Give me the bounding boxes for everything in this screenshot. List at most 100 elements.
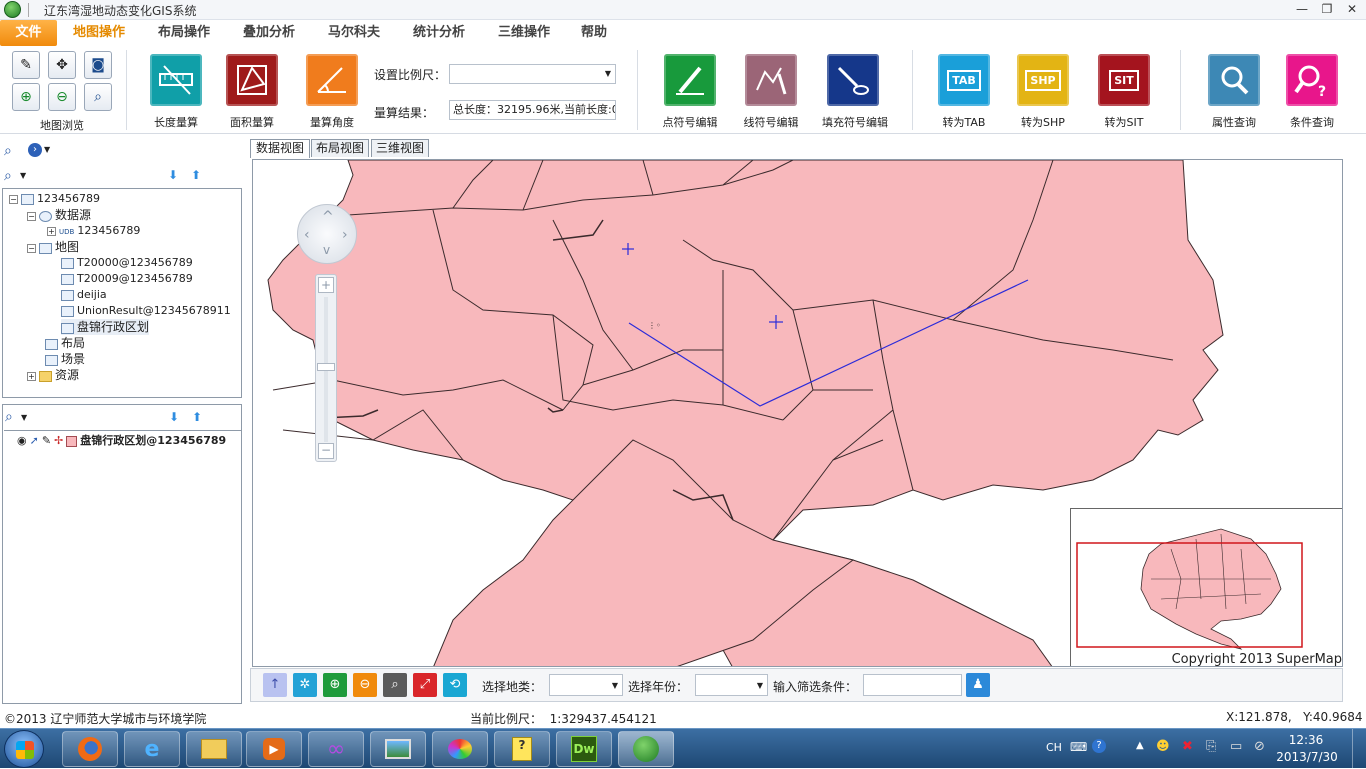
- tree-scene[interactable]: 场景: [45, 351, 85, 367]
- layer-search-icon[interactable]: ⌕: [5, 409, 13, 425]
- tree-datasource-item[interactable]: + UDB 123456789: [47, 223, 140, 239]
- navigate-forward-icon[interactable]: ›: [28, 143, 42, 157]
- chevron-down-icon[interactable]: ▼: [20, 171, 26, 180]
- taskbar-firefox[interactable]: [62, 731, 118, 767]
- condition-query-button[interactable]: ?: [1286, 54, 1338, 106]
- pan-up-icon[interactable]: ^: [322, 209, 334, 225]
- refresh-tool-button[interactable]: ⟲: [443, 673, 467, 697]
- pan-down-icon[interactable]: v: [323, 243, 330, 257]
- chevron-down-icon[interactable]: ▼: [21, 413, 27, 422]
- layer-down-icon[interactable]: ⬇: [169, 410, 179, 424]
- tree-map-item[interactable]: deijia: [61, 287, 107, 303]
- layer-up-icon[interactable]: ⬆: [192, 410, 202, 424]
- tree-map-item-selected[interactable]: 盘锦行政区划: [61, 319, 150, 335]
- menu-map-operation[interactable]: 地图操作: [62, 20, 136, 46]
- zoom-out-tool-button[interactable]: ⊖: [353, 673, 377, 697]
- year-select[interactable]: ▼: [695, 674, 768, 696]
- taskbar-explorer[interactable]: [186, 731, 242, 767]
- clock-date[interactable]: 2013/7/30: [1276, 750, 1338, 764]
- taskbar-media[interactable]: ▶: [246, 731, 302, 767]
- zoom-out-button[interactable]: ⊖: [48, 83, 76, 111]
- workspace-search-icon[interactable]: ⌕: [4, 143, 12, 159]
- measure-area-button[interactable]: [226, 54, 278, 106]
- menu-help[interactable]: 帮助: [573, 20, 615, 46]
- expand-icon[interactable]: +: [47, 226, 56, 236]
- menu-statistics[interactable]: 统计分析: [403, 20, 475, 46]
- zoom-in-button[interactable]: ⊕: [12, 83, 40, 111]
- taskbar-paint[interactable]: [432, 731, 488, 767]
- taskbar-photo[interactable]: [370, 731, 426, 767]
- help-icon[interactable]: ?: [1092, 739, 1106, 753]
- filter-input[interactable]: [863, 674, 962, 696]
- tab-data-view[interactable]: 数据视图: [250, 139, 310, 158]
- zoom-free-button[interactable]: ⌕: [84, 83, 112, 111]
- tree-search-icon[interactable]: ⌕: [4, 168, 12, 184]
- menu-layout-operation[interactable]: 布局操作: [148, 20, 220, 46]
- menu-file[interactable]: 文件: [0, 20, 57, 46]
- taskbar-help[interactable]: ?: [494, 731, 550, 767]
- collapse-icon[interactable]: −: [27, 243, 36, 253]
- keyboard-icon[interactable]: ⌨: [1070, 740, 1087, 754]
- tree-layout[interactable]: 布局: [45, 335, 85, 351]
- tree-resources[interactable]: + 资源: [27, 367, 79, 383]
- pencil-select-button[interactable]: ✎: [12, 51, 40, 79]
- tab-layout-view[interactable]: 布局视图: [311, 139, 369, 157]
- point-symbol-edit-button[interactable]: [664, 54, 716, 106]
- pan-left-icon[interactable]: ‹: [304, 227, 310, 243]
- fill-symbol-edit-button[interactable]: [827, 54, 879, 106]
- pan-right-icon[interactable]: ›: [342, 227, 348, 243]
- menu-3d-operation[interactable]: 三维操作: [488, 20, 560, 46]
- expand-icon[interactable]: +: [27, 371, 36, 381]
- move-down-icon[interactable]: ⬇: [168, 168, 178, 182]
- taskbar-ie[interactable]: e: [124, 731, 180, 767]
- tree-map-item[interactable]: T20000@123456789: [61, 255, 193, 271]
- north-arrow-button[interactable]: ↑: [263, 673, 287, 697]
- zoom-in-tool-button[interactable]: ⊕: [323, 673, 347, 697]
- layer-row[interactable]: ◉ ➚ ✎ ✢ 盘锦行政区划@123456789: [17, 433, 226, 449]
- tree-map-item[interactable]: UnionResult@12345678911: [61, 303, 231, 319]
- taskbar-app-infinity[interactable]: ∞: [308, 731, 364, 767]
- convert-shp-button[interactable]: SHP: [1017, 54, 1069, 106]
- menu-overlay-analysis[interactable]: 叠加分析: [233, 20, 305, 46]
- land-class-select[interactable]: ▼: [549, 674, 623, 696]
- qq-icon[interactable]: ☻: [1156, 739, 1170, 754]
- usb-icon[interactable]: ⎘: [1206, 739, 1216, 754]
- snap-icon[interactable]: ✢: [54, 434, 63, 447]
- filter-go-button[interactable]: ♟: [966, 673, 990, 697]
- restore-button[interactable]: ❐: [1315, 0, 1339, 18]
- pan-button[interactable]: ✥: [48, 51, 76, 79]
- measure-angle-button[interactable]: [306, 54, 358, 106]
- volume-muted-icon[interactable]: ⊘: [1254, 739, 1265, 754]
- full-extent-tool-button[interactable]: ⤢: [413, 673, 437, 697]
- collapse-icon[interactable]: −: [9, 194, 18, 204]
- line-symbol-edit-button[interactable]: [745, 54, 797, 106]
- editable-pencil-icon[interactable]: ✎: [42, 434, 51, 447]
- measure-length-button[interactable]: [150, 54, 202, 106]
- visible-eye-icon[interactable]: ◉: [17, 434, 27, 447]
- taskbar-gis-app[interactable]: [618, 731, 674, 767]
- attribute-query-button[interactable]: [1208, 54, 1260, 106]
- convert-tab-button[interactable]: TAB: [938, 54, 990, 106]
- overview-map[interactable]: Copyright 2013 SuperMap: [1070, 508, 1342, 666]
- minimize-button[interactable]: —: [1290, 0, 1314, 18]
- convert-sit-button[interactable]: SIT: [1098, 54, 1150, 106]
- crosshair-button[interactable]: ✲: [293, 673, 317, 697]
- input-language[interactable]: CH: [1046, 741, 1062, 754]
- tree-map-item[interactable]: T20009@123456789: [61, 271, 193, 287]
- map-view[interactable]: ⋮◦ ^ ‹ › v + − Copyright 2013 SuperMap: [252, 159, 1343, 667]
- chevron-down-icon[interactable]: ▼: [44, 145, 50, 154]
- show-desktop-button[interactable]: [1352, 729, 1366, 769]
- tree-root[interactable]: − 123456789: [9, 191, 100, 207]
- display-icon[interactable]: ▭: [1230, 739, 1242, 754]
- zoom-slider-minus-icon[interactable]: −: [318, 443, 334, 459]
- zoom-slider-plus-icon[interactable]: +: [318, 277, 334, 293]
- tree-datasource-folder[interactable]: − 数据源: [27, 207, 91, 223]
- zoom-slider[interactable]: + −: [315, 274, 337, 462]
- start-button[interactable]: [4, 730, 44, 768]
- search-tool-button[interactable]: ⌕: [383, 673, 407, 697]
- selectable-arrow-icon[interactable]: ➚: [30, 434, 39, 447]
- show-hidden-icons[interactable]: ▲: [1136, 740, 1144, 751]
- taskbar-dreamweaver[interactable]: Dw: [556, 731, 612, 767]
- close-button[interactable]: ✕: [1340, 0, 1364, 18]
- tree-maps-folder[interactable]: − 地图: [27, 239, 79, 255]
